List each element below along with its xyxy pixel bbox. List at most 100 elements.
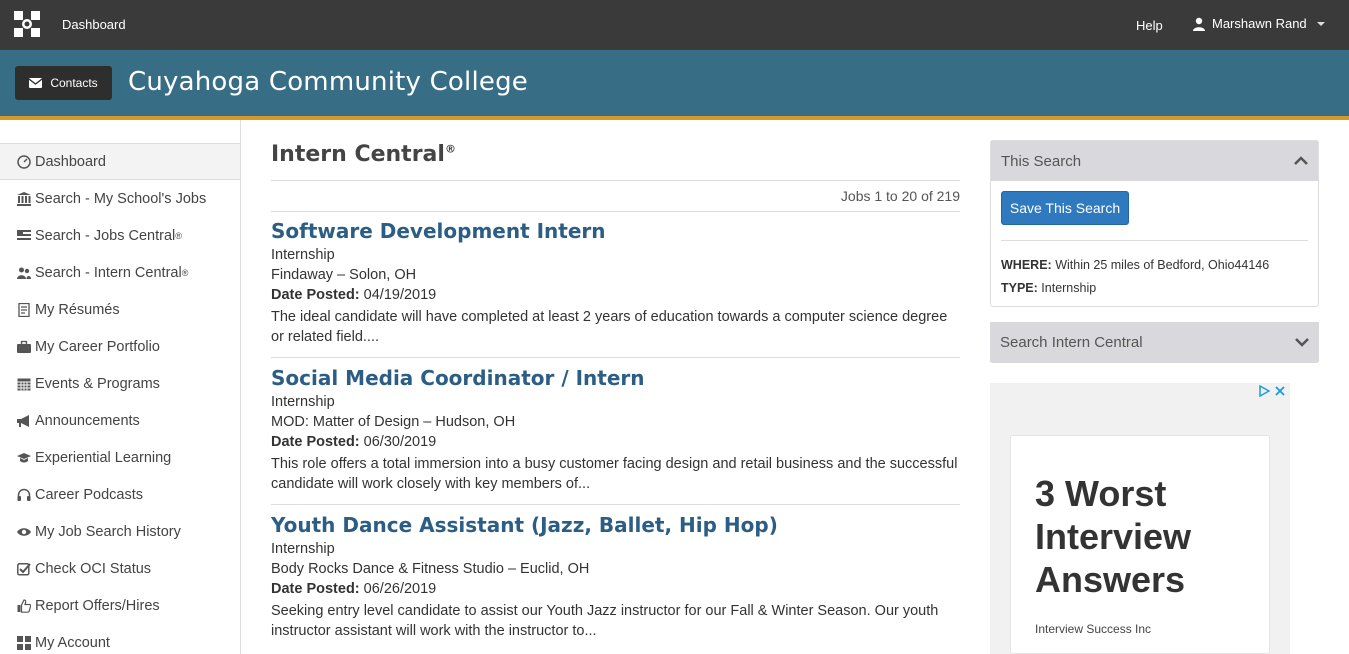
- this-search-panel: This Search Save This Search WHERE: With…: [990, 140, 1319, 307]
- ad-controls: [1258, 385, 1286, 397]
- envelope-icon: [29, 78, 43, 88]
- sidebar-item-label: Career Podcasts: [35, 486, 143, 503]
- help-link[interactable]: Help: [1136, 18, 1163, 33]
- check-square-icon: [16, 561, 31, 576]
- jobs-count: Jobs 1 to 20 of 219: [840, 188, 960, 204]
- sidebar-item-resumes[interactable]: My Résumés: [0, 291, 240, 328]
- sidebar-item-experiential-learning[interactable]: Experiential Learning: [0, 439, 240, 476]
- date-value: 04/19/2019: [363, 287, 437, 303]
- date-value: 06/26/2019: [363, 581, 437, 597]
- divider: [271, 357, 960, 358]
- sidebar-item-my-school-jobs[interactable]: Search - My School's Jobs: [0, 180, 240, 217]
- registered-mark: ®: [175, 230, 182, 241]
- sidebar-item-career-portfolio[interactable]: My Career Portfolio: [0, 328, 240, 365]
- user-menu[interactable]: Marshawn Rand: [1192, 16, 1325, 31]
- sidebar-item-label: Search - Intern Central: [35, 264, 182, 281]
- date-label: Date Posted:: [271, 287, 360, 303]
- job-employer: Findaway – Solon, OH: [271, 267, 417, 283]
- adchoices-icon[interactable]: [1258, 385, 1270, 397]
- college-name: Cuyahoga Community College: [128, 67, 528, 97]
- job-listing: Social Media Coordinator / Intern Intern…: [271, 364, 960, 494]
- divider: [271, 504, 960, 505]
- job-type: Internship: [271, 394, 335, 410]
- job-date: Date Posted: 06/26/2019: [271, 579, 960, 599]
- user-icon: [1193, 17, 1205, 31]
- job-title-link[interactable]: Youth Dance Assistant (Jazz, Ballet, Hip…: [271, 511, 960, 539]
- divider: [271, 211, 960, 212]
- job-listing: Software Development Intern Internship F…: [271, 217, 960, 347]
- job-title-link[interactable]: Software Development Intern: [271, 217, 960, 245]
- sidebar-item-label: Experiential Learning: [35, 449, 172, 466]
- sidebar-item-my-account[interactable]: My Account: [0, 624, 240, 654]
- sidebar-item-career-podcasts[interactable]: Career Podcasts: [0, 476, 240, 513]
- sidebar-item-label: My Career Portfolio: [35, 338, 160, 355]
- job-date: Date Posted: 06/30/2019: [271, 432, 960, 452]
- main-content: Intern Central® Jobs 1 to 20 of 219 Soft…: [271, 120, 960, 654]
- graduation-cap-icon: [16, 450, 31, 465]
- account-icon: [16, 635, 31, 650]
- job-type: Internship: [271, 247, 335, 263]
- save-search-button[interactable]: Save This Search: [1001, 191, 1129, 225]
- briefcase-icon: [16, 339, 31, 354]
- sidebar-item-events[interactable]: Events & Programs: [0, 365, 240, 402]
- ad-headline: 3 Worst Interview Answers: [1035, 473, 1192, 600]
- where-value: Within 25 miles of Bedford, Ohio44146: [1055, 258, 1270, 272]
- sidebar-item-job-search-history[interactable]: My Job Search History: [0, 513, 240, 550]
- chevron-down-icon: [1316, 21, 1325, 26]
- registered-mark: ®: [444, 142, 456, 156]
- college-banner: Contacts Cuyahoga Community College: [0, 50, 1349, 116]
- date-label: Date Posted:: [271, 581, 360, 597]
- document-icon: [16, 302, 31, 317]
- app-logo-icon[interactable]: [14, 11, 40, 37]
- this-search-header[interactable]: This Search: [991, 141, 1318, 181]
- nav-dashboard-link[interactable]: Dashboard: [62, 17, 126, 32]
- divider: [1001, 240, 1308, 241]
- sidebar-item-label: My Account: [35, 634, 110, 651]
- job-employer: MOD: Matter of Design – Hudson, OH: [271, 414, 516, 430]
- users-icon: [16, 265, 31, 280]
- sidebar-item-check-oci-status[interactable]: Check OCI Status: [0, 550, 240, 587]
- sidebar-item-label: Search - My School's Jobs: [35, 190, 207, 207]
- registered-mark: ®: [181, 267, 189, 278]
- search-intern-central-panel[interactable]: Search Intern Central: [990, 322, 1319, 363]
- chevron-down-icon: [1295, 338, 1309, 347]
- calendar-icon: [16, 376, 31, 391]
- chevron-up-icon: [1294, 156, 1308, 165]
- dashboard-icon: [16, 154, 31, 169]
- panel-title: Search Intern Central: [1000, 333, 1143, 351]
- sidebar: Dashboard Search - My School's Jobs Sear…: [0, 120, 241, 654]
- job-description: Seeking entry level candidate to assist …: [271, 603, 939, 639]
- panel-title: This Search: [1001, 152, 1082, 170]
- megaphone-icon: [16, 413, 31, 428]
- sidebar-item-label: My Job Search History: [35, 523, 181, 540]
- user-name: Marshawn Rand: [1212, 16, 1307, 31]
- sidebar-item-label: Events & Programs: [35, 375, 160, 392]
- institution-icon: [16, 191, 31, 206]
- page-title-text: Intern Central: [271, 142, 445, 167]
- sidebar-item-label: Announcements: [35, 412, 140, 429]
- type-criteria: TYPE: Internship: [1001, 281, 1096, 295]
- job-title-link[interactable]: Social Media Coordinator / Intern: [271, 364, 960, 392]
- sidebar-item-report-offers[interactable]: Report Offers/Hires: [0, 587, 240, 624]
- headphones-icon: [16, 487, 31, 502]
- type-value: Internship: [1041, 281, 1097, 295]
- sidebar-item-jobs-central[interactable]: Search - Jobs Central ®: [0, 217, 240, 254]
- sidebar-item-intern-central[interactable]: Search - Intern Central ®: [0, 254, 240, 291]
- sidebar-item-label: Search - Jobs Central: [35, 227, 176, 244]
- contacts-button[interactable]: Contacts: [15, 66, 112, 100]
- thumbs-up-icon: [16, 598, 31, 613]
- sidebar-item-label: Dashboard: [35, 153, 106, 170]
- advertisement[interactable]: 3 Worst Interview Answers Interview Succ…: [990, 383, 1290, 654]
- contacts-label: Contacts: [50, 76, 98, 90]
- job-listing: Youth Dance Assistant (Jazz, Ballet, Hip…: [271, 511, 960, 641]
- date-value: 06/30/2019: [363, 434, 437, 450]
- sidebar-item-label: Report Offers/Hires: [35, 597, 160, 614]
- sidebar-item-announcements[interactable]: Announcements: [0, 402, 240, 439]
- search-intern-central-header[interactable]: Search Intern Central: [990, 322, 1319, 362]
- flag-icon: [16, 228, 31, 243]
- close-icon[interactable]: [1274, 385, 1286, 397]
- date-label: Date Posted:: [271, 434, 360, 450]
- sidebar-item-dashboard[interactable]: Dashboard: [0, 143, 240, 180]
- ad-card[interactable]: 3 Worst Interview Answers Interview Succ…: [1010, 435, 1270, 654]
- sidebar-item-label: My Résumés: [35, 301, 120, 318]
